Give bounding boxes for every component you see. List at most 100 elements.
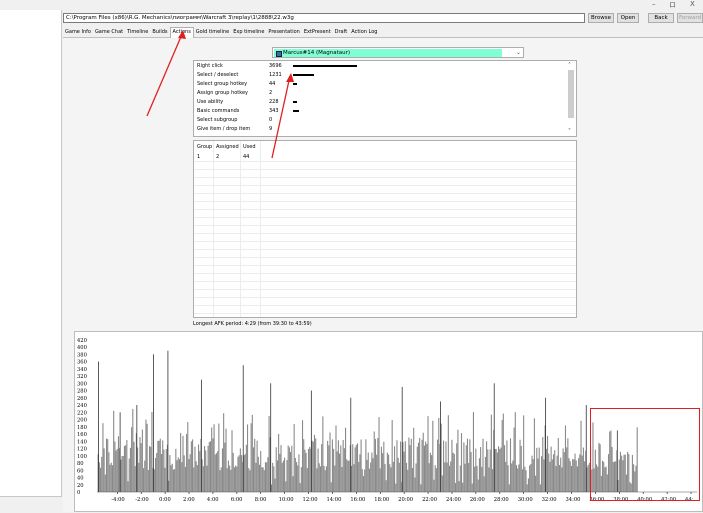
tab-draft[interactable]: Draft <box>333 28 350 37</box>
chart-bar <box>579 454 581 492</box>
chart-bar <box>284 457 286 492</box>
back-button[interactable]: Back <box>648 13 674 23</box>
x-tick-label: 30:00 <box>518 497 533 503</box>
chart-bar <box>318 463 320 492</box>
tab-extpresent[interactable]: ExtPresent <box>302 28 333 37</box>
chart-bar <box>503 445 506 492</box>
chart-bar <box>104 474 106 492</box>
tab-presentation[interactable]: Presentation <box>266 28 301 37</box>
chart-bar <box>509 438 512 492</box>
chart-bar <box>365 439 367 492</box>
chart-bar <box>255 462 257 492</box>
y-tick-label: 300 <box>77 381 87 387</box>
chart-bar <box>329 432 331 492</box>
chart-bar <box>367 452 369 492</box>
y-tick-label: 420 <box>77 338 87 344</box>
chart-bar <box>281 462 283 492</box>
chart-bar <box>230 469 232 492</box>
open-button[interactable]: Open <box>617 13 639 23</box>
chart-bar <box>512 460 514 492</box>
tab-action-log[interactable]: Action Log <box>349 28 379 37</box>
chart-bar <box>520 445 522 492</box>
chart-bar <box>397 457 399 492</box>
group-hotkey-table[interactable]: Group Assigned Used 1 2 44 <box>193 140 577 318</box>
chart-bar <box>186 433 188 492</box>
chart-bar <box>471 483 473 492</box>
chart-bar <box>258 464 261 492</box>
chart-bar <box>361 469 363 492</box>
chart-bar <box>272 462 274 492</box>
y-tick-label: 220 <box>77 410 87 416</box>
tab-exp-timeline[interactable]: Exp timeline <box>231 28 266 37</box>
chart-bar <box>419 437 421 492</box>
y-tick-label: 340 <box>77 367 87 373</box>
chart-spike <box>270 383 272 492</box>
action-label: Select / deselect <box>197 72 239 78</box>
chart-spike <box>440 401 441 492</box>
chart-bar <box>334 465 336 492</box>
chart-bar <box>457 429 459 492</box>
chart-bar <box>105 438 108 492</box>
tab-game-info[interactable]: Game Info <box>63 28 93 37</box>
tab-builds[interactable]: Builds <box>150 28 169 37</box>
x-tick-label: 0:00 <box>159 497 171 503</box>
tab-gold-timeline[interactable]: Gold timeline <box>194 28 231 37</box>
y-tick-label: 200 <box>77 418 87 424</box>
actions-list[interactable]: Right click 3696 Select / deselect 1231 … <box>193 60 577 137</box>
chart-bar <box>211 427 213 492</box>
chart-bar <box>552 454 555 492</box>
replay-path-input[interactable]: C:\Program Files (x86)\R.G. Mechanics\пи… <box>63 13 585 23</box>
chart-bar <box>566 447 568 492</box>
chart-bar <box>462 482 464 492</box>
chart-bar <box>378 417 380 492</box>
chart-bar <box>293 424 295 492</box>
chart-bar <box>515 465 518 492</box>
column-header-used[interactable]: Used <box>243 144 256 150</box>
chart-bar <box>414 477 416 492</box>
chart-bar <box>315 438 317 492</box>
chart-bar <box>244 454 246 492</box>
column-header-group[interactable]: Group <box>197 144 212 150</box>
x-tick-label: 28:00 <box>494 497 509 503</box>
chart-bar <box>291 445 293 492</box>
chart-bar <box>341 467 343 492</box>
restore-button[interactable]: ロ <box>669 0 676 9</box>
column-header-assigned[interactable]: Assigned <box>216 144 239 150</box>
action-row: Select group hotkey 44 <box>197 80 557 88</box>
action-label: Assign group hotkey <box>197 90 249 96</box>
tab-game-chat[interactable]: Game Chat <box>93 28 125 37</box>
chart-bar <box>132 408 134 492</box>
browse-button[interactable]: Browse <box>588 13 614 23</box>
scroll-thumb[interactable] <box>568 70 574 118</box>
chart-bar <box>241 455 243 492</box>
chart-bar <box>502 413 504 492</box>
chart-bar <box>99 467 102 492</box>
chart-bar <box>184 466 186 492</box>
chart-bar <box>247 424 249 492</box>
chart-bar <box>197 444 200 492</box>
replay-file-panel[interactable] <box>0 10 62 512</box>
scroll-up-icon[interactable]: ˄ <box>568 62 571 69</box>
tab-timeline[interactable]: Timeline <box>125 28 150 37</box>
tab-actions[interactable]: Actions <box>169 27 194 38</box>
player-select[interactable]: Marcus#14 (Magnataur) ⌄ <box>272 47 524 58</box>
close-button[interactable]: X <box>690 0 695 8</box>
y-tick-label: 100 <box>77 454 87 460</box>
chart-bar <box>371 452 373 492</box>
actions-scrollbar[interactable]: ˄ ˅ <box>567 62 575 135</box>
chart-bar <box>233 467 235 492</box>
scroll-down-icon[interactable]: ˅ <box>568 128 571 135</box>
minimize-button[interactable]: – <box>652 0 656 8</box>
chevron-down-icon[interactable]: ⌄ <box>516 48 521 58</box>
chart-bar <box>108 452 110 492</box>
chart-bar <box>117 436 120 492</box>
chart-bar <box>521 469 524 492</box>
chart-bar <box>443 440 445 492</box>
chart-bar <box>390 467 392 492</box>
chart-bar <box>488 467 490 492</box>
chart-bar <box>376 454 378 492</box>
action-count: 1231 <box>269 72 282 78</box>
action-row: Right click 3696 <box>197 62 557 70</box>
chart-bar <box>517 468 519 492</box>
chart-bar <box>501 419 503 492</box>
